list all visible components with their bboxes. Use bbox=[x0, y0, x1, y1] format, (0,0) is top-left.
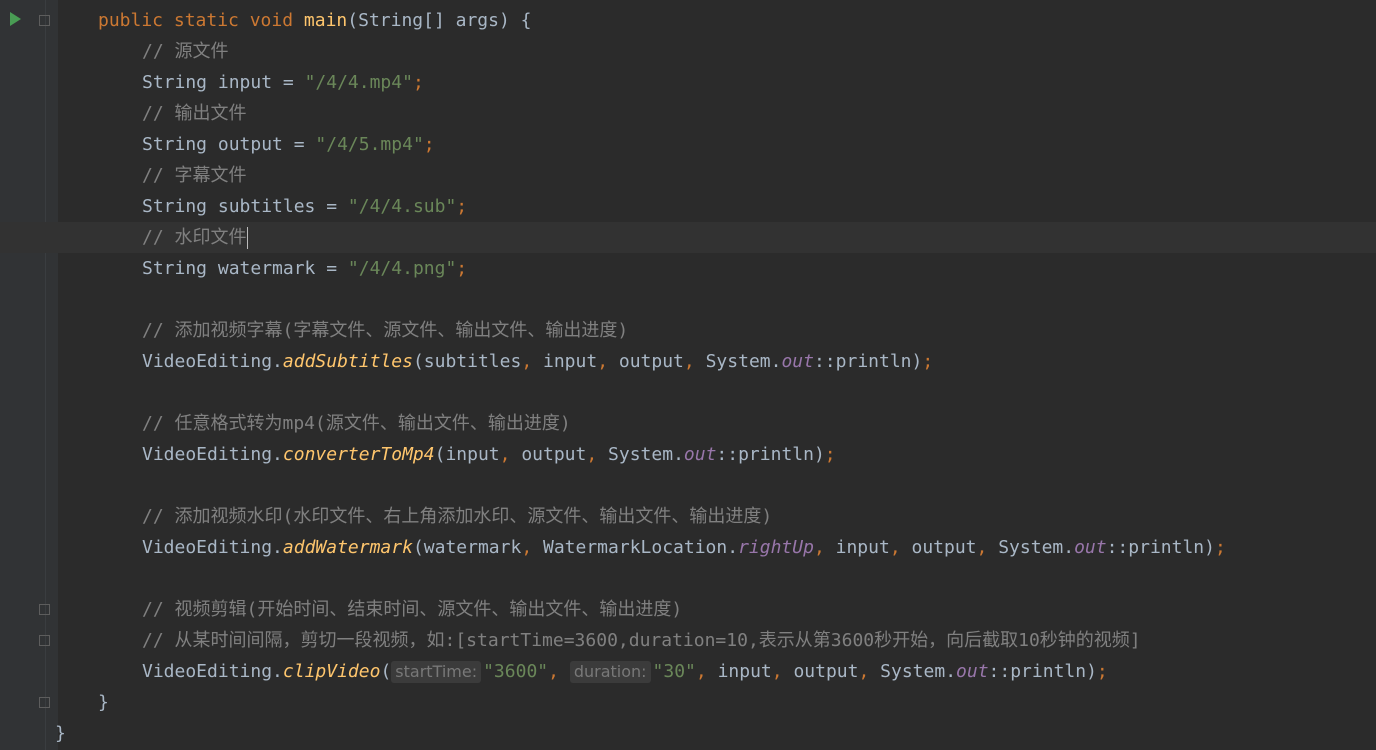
code-line[interactable]: VideoEditing.clipVideo(startTime: "3600",… bbox=[0, 656, 1376, 687]
comment: // 添加视频字幕(字幕文件、源文件、输出文件、输出进度) bbox=[142, 320, 629, 341]
comment: // 视频剪辑(开始时间、结束时间、源文件、输出文件、输出进度) bbox=[142, 599, 683, 620]
code-line[interactable]: // 源文件 bbox=[0, 36, 1376, 67]
method-name: addSubtitles bbox=[282, 351, 413, 372]
string-literal: "/4/4.mp4" bbox=[304, 72, 413, 93]
comment: // 从某时间间隔，剪切一段视频，如:[startTime=3600,durat… bbox=[142, 630, 1141, 651]
text-caret bbox=[246, 227, 248, 249]
comment: // 源文件 bbox=[142, 41, 229, 62]
code-line[interactable]: String output = "/4/5.mp4"; bbox=[0, 129, 1376, 160]
code-line[interactable]: // 输出文件 bbox=[0, 98, 1376, 129]
variable-name: watermark bbox=[217, 258, 316, 279]
code-line[interactable]: // 添加视频水印(水印文件、右上角添加水印、源文件、输出文件、输出进度) bbox=[0, 501, 1376, 532]
comment: // 任意格式转为mp4(源文件、输出文件、输出进度) bbox=[142, 413, 571, 434]
code-line-blank[interactable] bbox=[0, 470, 1376, 501]
variable-name: input bbox=[217, 72, 273, 93]
string-literal: "/4/4.sub" bbox=[347, 196, 457, 217]
code-line-blank[interactable] bbox=[0, 377, 1376, 408]
comment: // 水印文件 bbox=[142, 227, 247, 248]
code-line-blank[interactable] bbox=[0, 563, 1376, 594]
code-line[interactable]: VideoEditing.addSubtitles(subtitles, inp… bbox=[0, 346, 1376, 377]
code-line[interactable]: // 任意格式转为mp4(源文件、输出文件、输出进度) bbox=[0, 408, 1376, 439]
code-line[interactable]: // 字幕文件 bbox=[0, 160, 1376, 191]
code-line[interactable]: } bbox=[0, 718, 1376, 749]
variable-name: subtitles bbox=[217, 196, 316, 217]
param-hint: duration: bbox=[569, 661, 651, 683]
code-line[interactable]: String subtitles = "/4/4.sub"; bbox=[0, 191, 1376, 222]
code-area[interactable]: public static void main(String[] args) {… bbox=[0, 5, 1376, 749]
param-hint: startTime: bbox=[391, 661, 482, 683]
code-editor[interactable]: public static void main(String[] args) {… bbox=[0, 0, 1376, 750]
method-name: clipVideo bbox=[282, 661, 381, 682]
method-name: converterToMp4 bbox=[282, 444, 435, 465]
code-line[interactable]: public static void main(String[] args) { bbox=[0, 5, 1376, 36]
string-literal: "/4/5.mp4" bbox=[315, 134, 424, 155]
code-line[interactable]: // 视频剪辑(开始时间、结束时间、源文件、输出文件、输出进度) bbox=[0, 594, 1376, 625]
code-line[interactable]: VideoEditing.addWatermark(watermark, Wat… bbox=[0, 532, 1376, 563]
variable-name: output bbox=[217, 134, 283, 155]
code-line[interactable]: String watermark = "/4/4.png"; bbox=[0, 253, 1376, 284]
string-literal: "/4/4.png" bbox=[347, 258, 457, 279]
string-literal: "30" bbox=[652, 661, 696, 682]
method-name: addWatermark bbox=[282, 537, 413, 558]
code-line[interactable]: // 添加视频字幕(字幕文件、源文件、输出文件、输出进度) bbox=[0, 315, 1376, 346]
code-line[interactable]: VideoEditing.converterToMp4(input, outpu… bbox=[0, 439, 1376, 470]
code-line-current[interactable]: // 水印文件 bbox=[0, 222, 1376, 253]
code-line[interactable]: String input = "/4/4.mp4"; bbox=[0, 67, 1376, 98]
string-literal: "3600" bbox=[483, 661, 549, 682]
comment: // 添加视频水印(水印文件、右上角添加水印、源文件、输出文件、输出进度) bbox=[142, 506, 773, 527]
code-line[interactable]: // 从某时间间隔，剪切一段视频，如:[startTime=3600,durat… bbox=[0, 625, 1376, 656]
code-line-blank[interactable] bbox=[0, 284, 1376, 315]
comment: // 输出文件 bbox=[142, 103, 247, 124]
code-line[interactable]: } bbox=[0, 687, 1376, 718]
comment: // 字幕文件 bbox=[142, 165, 247, 186]
